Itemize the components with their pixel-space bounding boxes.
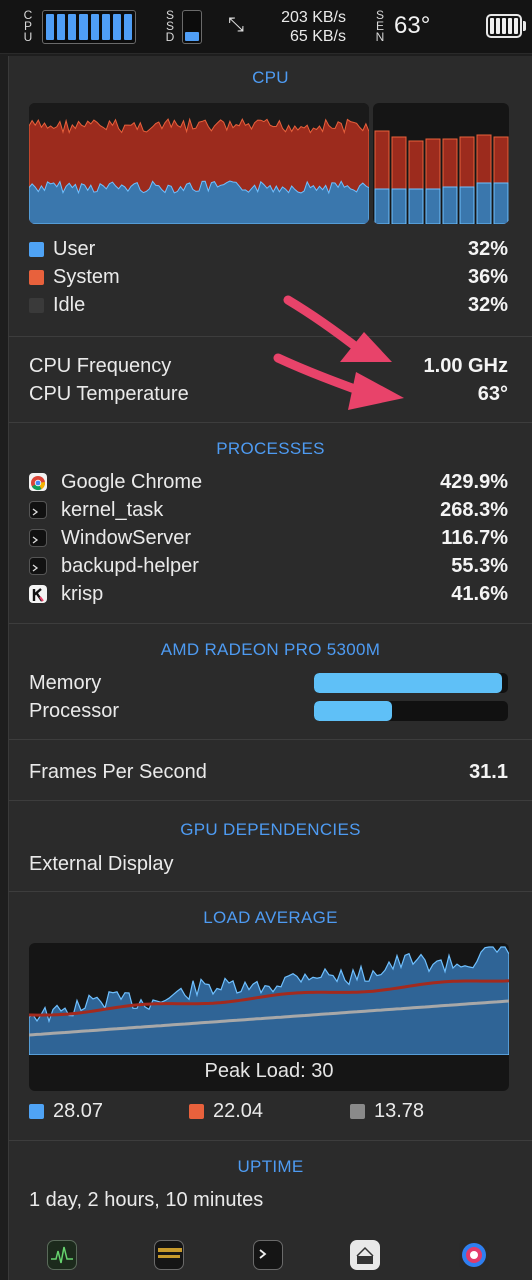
terminal-icon: [29, 529, 47, 547]
network-upload-rate: 203 KB/s: [281, 9, 346, 26]
cpu-core-chart: [374, 130, 509, 224]
cpu-temperature-row: CPU Temperature 63°: [29, 383, 508, 405]
fps-row: Frames Per Second 31.1: [29, 761, 508, 783]
user-swatch: [29, 242, 44, 257]
gpu-section-title: AMD RADEON PRO 5300M: [160, 640, 381, 659]
system-swatch: [29, 270, 44, 285]
terminal-icon: [29, 501, 47, 519]
core-user-bar: [459, 186, 475, 224]
load-15min: 13.78: [350, 1098, 424, 1124]
menu-bar: CPU SSD ⤡ 203 KB/s 65 KB/s SEN 63°: [0, 0, 532, 54]
gpu-processor-bar: [314, 701, 508, 721]
ssd-menu-meter[interactable]: [182, 10, 202, 44]
cpu-menu-core-bar: [112, 14, 121, 40]
divider: [9, 891, 532, 892]
load-1min-area: [29, 946, 509, 1056]
load-1min: 28.07: [29, 1098, 103, 1124]
cpu-menu-core-bar: [79, 14, 88, 40]
cpu-section-title: CPU: [252, 68, 289, 87]
cpu-menu-core-bar: [101, 14, 110, 40]
ssd-menu-label: SSD: [165, 8, 175, 44]
cpu-menu-core-bar: [90, 14, 99, 40]
terminal-icon[interactable]: [253, 1240, 283, 1270]
cpu-frequency-row: CPU Frequency 1.00 GHz: [29, 355, 508, 377]
divider: [9, 1140, 532, 1141]
chrome-icon: [29, 473, 47, 491]
cpu-history-chart: [29, 103, 369, 224]
core-user-bar: [476, 182, 492, 224]
battery-tip: [523, 21, 526, 31]
core-user-bar: [425, 188, 441, 224]
activity-monitor-icon[interactable]: [47, 1240, 77, 1270]
battery-icon[interactable]: [486, 14, 522, 38]
disk-utility-icon[interactable]: [459, 1240, 489, 1270]
system-info-icon[interactable]: [350, 1240, 380, 1270]
load-5min: 22.04: [189, 1098, 263, 1124]
cpu-history-graph: [29, 103, 369, 224]
cpu-menu-core-bar: [57, 14, 66, 40]
divider: [9, 623, 532, 624]
terminal-icon: [29, 557, 47, 575]
core-user-bar: [493, 182, 509, 224]
legend-user: User 32%: [29, 236, 508, 262]
core-user-bar: [374, 188, 390, 224]
sensors-menu-label: SEN: [375, 8, 385, 44]
process-row[interactable]: backupd-helper 55.3%: [29, 553, 508, 579]
peak-load-label: Peak Load: 30: [204, 1060, 334, 1082]
core-user-bar: [391, 188, 407, 224]
uptime-row: 1 day, 2 hours, 10 minutes: [29, 1189, 264, 1211]
sensors-menu-temperature[interactable]: 63°: [394, 12, 430, 40]
uptime-title: UPTIME: [237, 1157, 304, 1176]
network-arrows-icon[interactable]: ⤡: [228, 14, 244, 37]
process-row[interactable]: Google Chrome 429.9%: [29, 469, 508, 495]
gpu-memory-bar: [314, 673, 508, 693]
legend-idle: Idle 32%: [29, 292, 508, 318]
network-menu-item[interactable]: 203 KB/s 65 KB/s: [258, 8, 346, 46]
load-1min-swatch: [29, 1104, 44, 1119]
cpu-dropdown-panel: CPU User 32% System 36% Idle 32% CPU Fre…: [8, 56, 532, 1280]
divider: [9, 800, 532, 801]
cpu-menu-label: CPU: [23, 8, 33, 44]
network-download-rate: 65 KB/s: [289, 28, 346, 45]
gpu-memory-row: Memory: [29, 670, 508, 696]
load-5min-swatch: [189, 1104, 204, 1119]
divider: [9, 422, 532, 423]
cpu-menu-core-bar: [68, 14, 77, 40]
divider: [9, 336, 532, 337]
gpu-processor-row: Processor: [29, 698, 508, 724]
divider: [9, 739, 532, 740]
processes-section-title: PROCESSES: [216, 439, 325, 458]
cpu-core-bars: [373, 103, 509, 224]
process-row[interactable]: kernel_task 268.3%: [29, 497, 508, 523]
load-average-chart: [29, 946, 509, 1056]
gpu-dependencies-title: GPU DEPENDENCIES: [180, 820, 361, 839]
core-user-bar: [408, 188, 424, 224]
legend-system: System 36%: [29, 264, 508, 290]
gpu-dependency-item: External Display: [29, 853, 174, 875]
app-shortcut-bar: [9, 1230, 532, 1280]
cpu-menu-core-bar: [123, 14, 132, 40]
console-icon[interactable]: [154, 1240, 184, 1270]
core-user-bar: [442, 186, 458, 224]
load-15min-swatch: [350, 1104, 365, 1119]
idle-swatch: [29, 298, 44, 313]
krisp-icon: [29, 585, 47, 603]
cpu-menu-core-bar: [46, 14, 55, 40]
process-row[interactable]: WindowServer 116.7%: [29, 525, 508, 551]
load-average-title: LOAD AVERAGE: [203, 908, 338, 927]
process-row[interactable]: krisp 41.6%: [29, 581, 508, 607]
cpu-menu-meter[interactable]: [42, 10, 136, 44]
load-average-graph: Peak Load: 30: [29, 943, 509, 1091]
